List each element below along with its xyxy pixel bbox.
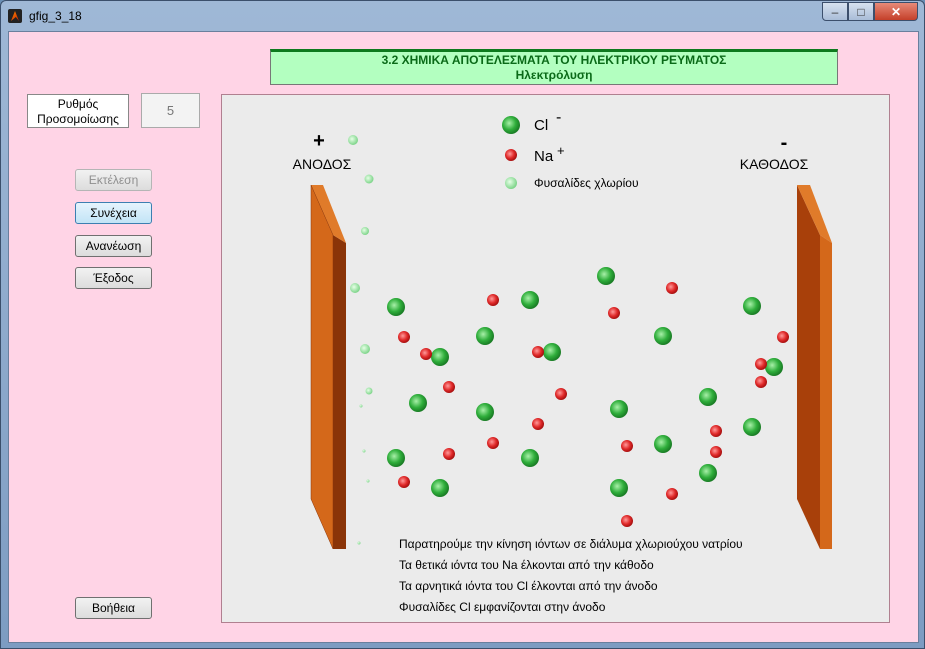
cl-ion	[476, 327, 494, 345]
rate-label-line-1: Ρυθμός	[57, 97, 99, 111]
electrolysis-simulation-panel: + ΑΝΟΔΟΣ - ΚΑΘΟΔΟΣ Cl - Na + Φυσαλίδες χ…	[221, 94, 890, 623]
legend-bubble-label: Φυσαλίδες χλωρίου	[534, 176, 639, 190]
legend-na-charge: +	[557, 143, 565, 158]
bubble	[359, 404, 363, 408]
na-ion	[621, 440, 633, 452]
title-line-1: 3.2 ΧΗΜΙΚΑ ΑΠΟΤΕΛΕΣΜΑΤΑ ΤΟΥ ΗΛΕΚΤΡΙΚΟΥ Ρ…	[381, 53, 727, 67]
bubble	[350, 283, 360, 293]
cl-ion	[699, 388, 717, 406]
run-button[interactable]: Εκτέλεση	[75, 169, 152, 191]
page-title: 3.2 ΧΗΜΙΚΑ ΑΠΟΤΕΛΕΣΜΑΤΑ ΤΟΥ ΗΛΕΚΤΡΙΚΟΥ Ρ…	[270, 49, 838, 85]
bubble	[361, 227, 369, 235]
legend-cl-charge: -	[556, 109, 561, 126]
legend-na-marker	[505, 149, 517, 161]
cl-ion	[409, 394, 427, 412]
cl-ion	[543, 343, 561, 361]
anode-sign: +	[313, 130, 325, 152]
cathode-electrode	[797, 185, 832, 549]
anode-label: ΑΝΟΔΟΣ	[293, 156, 352, 172]
simulation-canvas: + ΑΝΟΔΟΣ - ΚΑΘΟΔΟΣ Cl - Na + Φυσαλίδες χ…	[293, 109, 832, 614]
cl-ion	[610, 400, 628, 418]
bubble	[365, 387, 373, 395]
cl-ion	[699, 464, 717, 482]
cathode-sign: -	[781, 132, 788, 154]
help-button[interactable]: Βοήθεια	[75, 597, 152, 619]
simulation-rate-label: Ρυθμός Προσομοίωσης	[27, 94, 129, 128]
cl-ion	[597, 267, 615, 285]
continue-button[interactable]: Συνέχεια	[75, 202, 152, 224]
maximize-button[interactable]: □	[848, 2, 874, 21]
na-ion	[666, 282, 678, 294]
title-bar: gfig_3_18 – □ ✕	[1, 1, 924, 31]
note-line-2: Τα θετικά ιόντα του Na έλκονται από την …	[399, 558, 654, 572]
na-ion	[420, 348, 432, 360]
na-ion	[555, 388, 567, 400]
na-ion	[710, 446, 722, 458]
bubble	[360, 344, 370, 354]
cl-ion	[387, 449, 405, 467]
sodium-ions	[398, 282, 789, 527]
legend-cl-label: Cl	[534, 117, 548, 134]
bubble	[348, 135, 358, 145]
na-ion	[443, 381, 455, 393]
cl-ion	[743, 297, 761, 315]
na-ion	[487, 294, 499, 306]
rate-label-line-2: Προσομοίωσης	[37, 112, 119, 126]
window-controls: – □ ✕	[822, 2, 918, 22]
exit-button[interactable]: Έξοδος	[75, 267, 152, 289]
na-ion	[608, 307, 620, 319]
window-title: gfig_3_18	[29, 9, 82, 23]
anode-electrode	[310, 184, 346, 550]
na-ion	[710, 425, 722, 437]
cl-ion	[654, 435, 672, 453]
bubble	[366, 479, 370, 483]
bubble	[362, 449, 366, 453]
na-ion	[755, 376, 767, 388]
close-button[interactable]: ✕	[874, 2, 918, 21]
cl-ion	[476, 403, 494, 421]
refresh-button[interactable]: Ανανέωση	[75, 235, 152, 257]
legend-na-label: Na	[534, 148, 554, 165]
cl-ion	[743, 418, 761, 436]
cl-ion	[521, 449, 539, 467]
na-ion	[755, 358, 767, 370]
na-ion	[532, 418, 544, 430]
simulation-rate-input[interactable]: 5	[141, 93, 200, 128]
cl-ion	[521, 291, 539, 309]
note-line-1: Παρατηρούμε την κίνηση ιόντων σε διάλυμα…	[399, 537, 743, 551]
note-line-3: Τα αρνητικά ιόντα του Cl έλκονται από τη…	[399, 579, 658, 593]
cl-ion	[431, 348, 449, 366]
matlab-app-icon	[8, 9, 22, 23]
cl-ion	[765, 358, 783, 376]
legend-cl-marker	[502, 116, 520, 134]
legend: Cl - Na + Φυσαλίδες χλωρίου	[502, 109, 639, 190]
na-ion	[487, 437, 499, 449]
cl-ion	[431, 479, 449, 497]
na-ion	[666, 488, 678, 500]
title-line-2: Ηλεκτρόλυση	[515, 68, 593, 82]
cl-ion	[654, 327, 672, 345]
minimize-button[interactable]: –	[822, 2, 848, 21]
note-line-4: Φυσαλίδες Cl εμφανίζονται στην άνοδο	[399, 600, 606, 614]
chlorine-bubbles	[348, 135, 374, 545]
cathode-label: ΚΑΘΟΔΟΣ	[740, 156, 809, 172]
bubble	[357, 541, 361, 545]
cl-ion	[610, 479, 628, 497]
cl-ion	[387, 298, 405, 316]
na-ion	[532, 346, 544, 358]
na-ion	[777, 331, 789, 343]
na-ion	[621, 515, 633, 527]
legend-bubble-marker	[505, 177, 517, 189]
na-ion	[398, 476, 410, 488]
bubble	[364, 174, 374, 184]
na-ion	[443, 448, 455, 460]
na-ion	[398, 331, 410, 343]
matlab-figure-window: gfig_3_18 – □ ✕ 3.2 ΧΗΜΙΚΑ ΑΠΟΤΕΛΕΣΜΑΤΑ …	[0, 0, 925, 649]
